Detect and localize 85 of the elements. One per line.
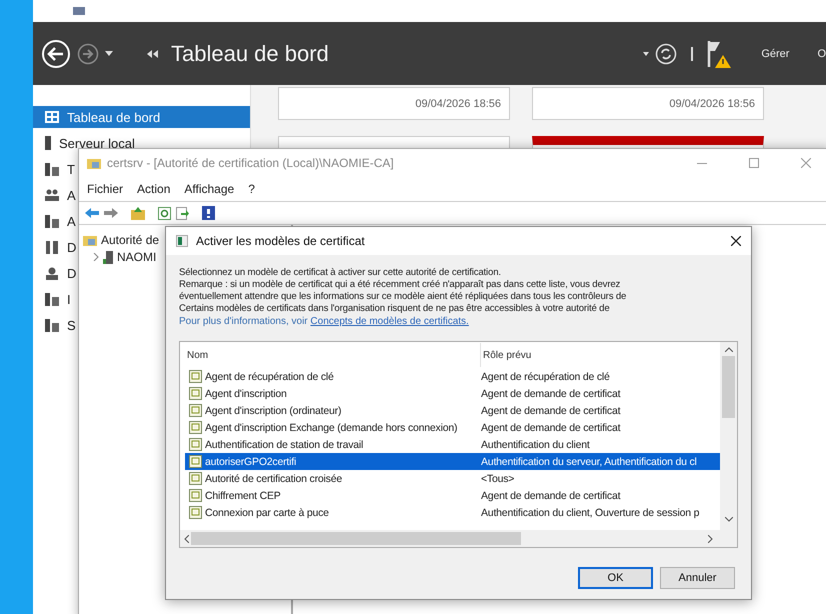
list-row[interactable]: Autorité de certification croisée <Tous> (185, 470, 720, 487)
list-row[interactable]: Connexion par carte à puce Authentification du client, Ouverture de session p (185, 504, 720, 521)
help-icon[interactable] (202, 206, 215, 220)
sidebar-item[interactable]: Tableau de bord (33, 106, 250, 128)
cancel-button[interactable]: Annuler (660, 567, 735, 589)
description-text: Certains modèles de certificats dans l'organisation risquent de ne pas être accessibles à votre autorité de (179, 303, 611, 315)
list-row[interactable]: Agent d'inscription (ordinateur) Agent de demande de certificat (185, 402, 720, 419)
refresh-icon[interactable] (158, 206, 171, 220)
scroll-left-icon[interactable] (184, 534, 189, 542)
servers-icon (45, 162, 59, 176)
column-header[interactable]: Rôle prévu (481, 350, 532, 360)
tree-item[interactable]: Autorité de (101, 233, 160, 247)
info-text: Pour plus d'informations, voir (179, 315, 309, 328)
window-title: certsrv - [Autorité de certification (Local)\NAOMIE-CA] (107, 156, 395, 170)
dropdown-icon[interactable] (105, 51, 113, 56)
folder-up-icon[interactable] (131, 206, 145, 220)
certificate-icon (188, 387, 202, 400)
separator-icon (691, 46, 694, 60)
servers-icon (45, 318, 59, 332)
certificate-icon (188, 370, 202, 383)
scroll-right-icon[interactable] (708, 534, 713, 542)
sidebar-item[interactable]: T (33, 158, 79, 180)
back-icon[interactable] (41, 38, 71, 68)
manage-menu[interactable]: Gérer (761, 48, 790, 60)
timestamp: 09/04/2026 18:56 (415, 98, 501, 110)
sidebar-item[interactable]: I (33, 288, 75, 310)
flag-warning-icon[interactable] (707, 38, 734, 68)
list-row[interactable]: autoriserGPO2certifi Authentification du serveur, Authentification du cl (185, 453, 720, 470)
timestamp: 09/04/2026 18:56 (669, 98, 755, 110)
list-row[interactable]: Chiffrement CEP Agent de demande de certificat (185, 487, 720, 504)
scroll-down-icon[interactable] (724, 517, 732, 522)
menu-item[interactable]: O (817, 48, 826, 60)
scroll-up-icon[interactable] (724, 347, 732, 352)
description-text: Sélectionnez un modèle de certificat à activer sur cette autorité de certification. (179, 267, 502, 279)
folder-icon (87, 157, 101, 169)
dialog-title: Activer les modèles de certificat (196, 234, 366, 248)
list-row[interactable]: Agent d'inscription Exchange (demande hors connexion) Agent de demande de certificat (185, 419, 720, 436)
servers-icon (45, 292, 59, 306)
forward-icon[interactable] (77, 42, 99, 64)
users-icon (45, 189, 59, 201)
maximize-icon[interactable] (749, 158, 759, 168)
server-icon (103, 250, 113, 264)
server-icon (45, 136, 51, 150)
certificate-icon (188, 438, 202, 451)
help-link[interactable]: Concepts de modèles de certificats. (310, 315, 469, 328)
menu-item[interactable]: Action (137, 182, 170, 196)
column-header[interactable]: Nom (185, 350, 480, 360)
horizontal-scrollbar[interactable] (180, 530, 737, 547)
description-text: Remarque : si un modèle de certificat qui a été récemment créé n'apparaît pas dans cette liste, vous devrez (179, 279, 622, 291)
servers-icon (45, 214, 59, 228)
tree-item[interactable]: NAOMI (117, 250, 156, 264)
ok-button[interactable]: OK (578, 567, 653, 589)
certificate-icon (188, 421, 202, 434)
close-icon[interactable] (731, 236, 741, 246)
sidebar-item[interactable]: A (33, 184, 80, 206)
list-row[interactable]: Agent d'inscription Agent de demande de certificat (185, 385, 720, 402)
sidebar-item[interactable]: Serveur local (33, 132, 139, 154)
sidebar-item[interactable]: D (33, 236, 80, 258)
dropdown-icon[interactable] (643, 52, 650, 56)
certificate-icon (188, 489, 202, 502)
minimize-icon[interactable] (697, 162, 707, 164)
certificate-icon (188, 455, 202, 468)
forward-icon[interactable] (104, 208, 118, 218)
menu-item[interactable]: ? (248, 182, 255, 196)
window-icon (176, 235, 188, 247)
export-icon[interactable] (176, 206, 189, 220)
sidebar-item[interactable]: D (33, 262, 80, 284)
sidebar-item[interactable]: A (33, 210, 80, 232)
list-row[interactable]: Agent de récupération de clé Agent de récupération de clé (185, 368, 720, 385)
dashboard-icon (45, 111, 59, 123)
menu-item[interactable]: Affichage (184, 182, 234, 196)
chevron-icon[interactable] (93, 253, 99, 261)
menu-item[interactable]: Fichier (87, 182, 124, 196)
certificate-icon (188, 472, 202, 485)
folder-icon (83, 234, 97, 246)
page-title: Tableau de bord (171, 40, 329, 66)
description-text: éventuellement attendre que les informations sur ce modèle aient été répliquées dans tous les contrôleurs de (179, 291, 628, 303)
user-icon (45, 266, 59, 280)
certificate-icon (188, 404, 202, 417)
list-row[interactable]: Authentification de station de travail Authentification du client (185, 436, 720, 453)
breadcrumb-icon (147, 50, 159, 58)
sidebar-item[interactable]: S (33, 314, 80, 336)
certificate-icon (188, 506, 202, 519)
vertical-scrollbar[interactable] (720, 342, 737, 530)
app-icon (73, 7, 85, 15)
